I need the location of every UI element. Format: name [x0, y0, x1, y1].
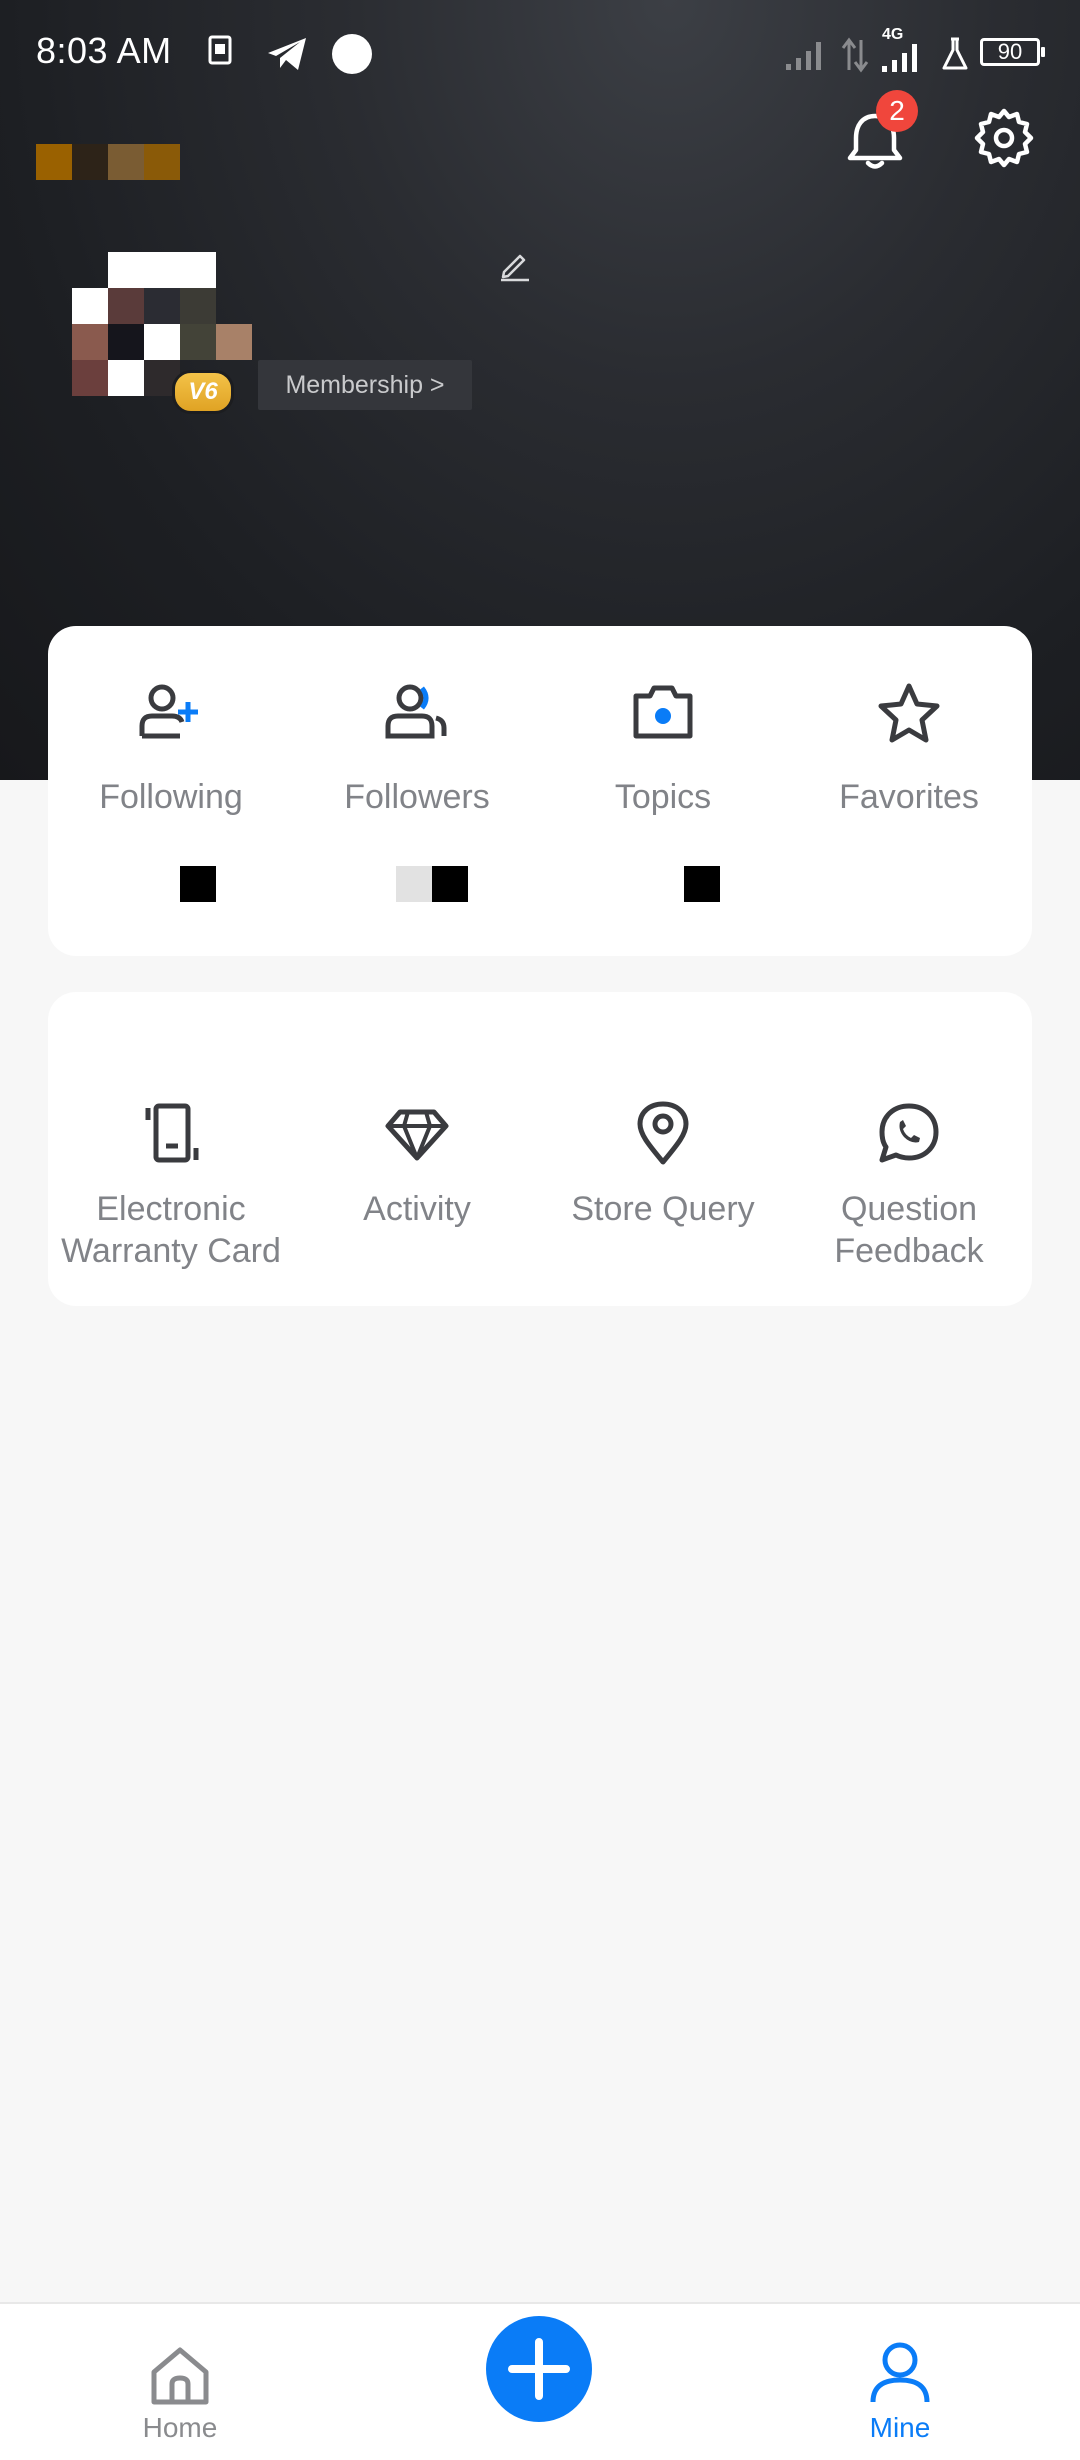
followers-count-redacted [396, 866, 468, 902]
battery-indicator: 90 [980, 38, 1045, 66]
circle-notification-icon [332, 34, 372, 74]
stat-label: Following [99, 778, 243, 816]
nav-home-label: Home [142, 2412, 218, 2443]
lab-flask-icon [942, 37, 968, 70]
notification-badge: 2 [876, 90, 918, 132]
service-label-line2: Warranty Card [61, 1232, 281, 1270]
status-bar: 8:03 AM 4G 90 [0, 0, 1080, 110]
stat-label: Topics [614, 778, 712, 816]
add-post-button[interactable] [486, 2316, 592, 2422]
battery-level: 90 [997, 39, 1023, 64]
service-label-line1: Activity [363, 1190, 471, 1228]
stat-following[interactable]: Following [48, 680, 294, 818]
home-icon [151, 2347, 209, 2405]
service-activity[interactable]: Activity [294, 1100, 540, 1230]
stat-label: Followers [344, 778, 490, 816]
location-pin-icon [637, 1101, 689, 1165]
signal-sim1-icon [786, 42, 821, 70]
stat-topics[interactable]: Topics [540, 680, 786, 818]
plus-icon [508, 2338, 570, 2400]
nav-mine[interactable]: Mine [840, 2340, 960, 2444]
diamond-icon [385, 1109, 449, 1161]
user-profile-icon [870, 2342, 930, 2403]
membership-button[interactable]: Membership > [258, 360, 472, 410]
service-store-query[interactable]: Store Query [540, 1100, 786, 1230]
nav-home[interactable]: Home [120, 2344, 240, 2444]
gear-icon[interactable] [974, 108, 1034, 168]
following-count-redacted [180, 866, 216, 902]
vip-level-badge: V6 [172, 370, 234, 414]
service-label-line1: Question [840, 1190, 978, 1228]
username-blurred [36, 144, 180, 180]
nav-mine-label: Mine [869, 2412, 931, 2443]
star-icon [878, 683, 940, 743]
service-label-line2: Feedback [834, 1232, 984, 1270]
topics-count-redacted [684, 866, 720, 902]
signal-sim2-icon [882, 44, 917, 72]
status-time: 8:03 AM [36, 30, 172, 71]
service-question-feedback[interactable]: Question Feedback [786, 1100, 1032, 1272]
warranty-card-icon [145, 1103, 199, 1163]
chat-phone-icon [879, 1103, 939, 1163]
edit-pencil-icon[interactable] [498, 248, 532, 282]
stat-label: Favorites [839, 778, 979, 816]
data-transfer-icon [841, 37, 869, 73]
telegram-icon [268, 38, 306, 70]
add-user-icon [139, 684, 198, 739]
camera-icon [633, 685, 693, 739]
users-icon [385, 684, 447, 739]
stat-followers[interactable]: Followers [294, 680, 540, 818]
screenshot-notification-icon [208, 35, 232, 65]
stat-favorites[interactable]: Favorites [786, 680, 1032, 818]
service-label-line1: Electronic [96, 1190, 246, 1228]
service-warranty-card[interactable]: Electronic Warranty Card [48, 1100, 294, 1272]
service-label-line1: Store Query [571, 1190, 755, 1228]
